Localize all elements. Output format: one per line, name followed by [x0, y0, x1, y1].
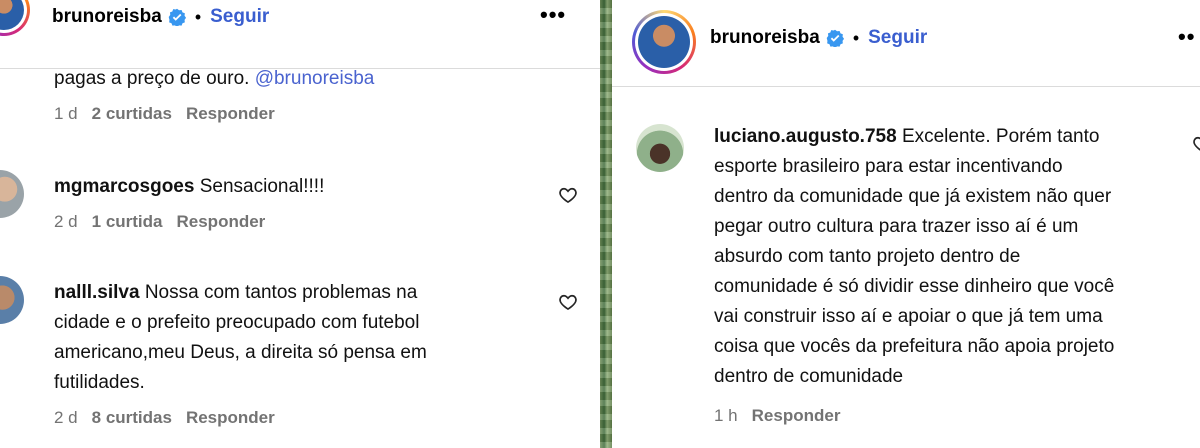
- comment-time: 2 d: [54, 408, 78, 427]
- post-header: brunoreisba • Seguir ••: [612, 0, 1200, 86]
- heart-outline-icon[interactable]: [1192, 134, 1200, 154]
- reply-button[interactable]: Responder: [752, 406, 841, 426]
- author-row: brunoreisba • Seguir: [710, 27, 927, 49]
- reply-button[interactable]: Responder: [186, 408, 275, 428]
- separator-dot: •: [194, 6, 202, 27]
- author-username[interactable]: brunoreisba: [52, 6, 162, 28]
- verified-badge-icon: [826, 29, 844, 47]
- right-comments-panel: brunoreisba • Seguir •• luciano.augusto.…: [612, 0, 1200, 448]
- comment-time: 1 h: [714, 406, 738, 425]
- background-strip: [600, 0, 612, 448]
- comment-partial: pagas a preço de ouro. @brunoreisba 1 d …: [54, 64, 374, 124]
- commenter-avatar[interactable]: [0, 276, 24, 324]
- author-avatar[interactable]: [632, 10, 696, 74]
- comment-text: pagas a preço de ouro. @brunoreisba: [54, 68, 375, 89]
- heart-outline-icon[interactable]: [558, 292, 578, 312]
- comment-item: luciano.augusto.758 Excelente. Porém tan…: [714, 122, 1184, 426]
- verified-badge-icon: [168, 8, 186, 26]
- header-divider: [612, 86, 1200, 87]
- commenter-username[interactable]: nalll.silva: [54, 282, 140, 303]
- comment-item: mgmarcosgoes Sensacional!!!! 2 d 1 curti…: [54, 172, 324, 232]
- comment-meta: 2 d 8 curtidas Responder: [54, 408, 554, 428]
- author-row: brunoreisba • Seguir: [52, 6, 269, 28]
- comment-text: nalll.silva Nossa com tantos problemas n…: [54, 282, 427, 393]
- comment-item: nalll.silva Nossa com tantos problemas n…: [54, 278, 554, 428]
- follow-button[interactable]: Seguir: [868, 27, 927, 49]
- comment-time: 2 d: [54, 212, 78, 231]
- reply-button[interactable]: Responder: [186, 104, 275, 124]
- comment-likes[interactable]: 8 curtidas: [92, 408, 172, 428]
- post-header: brunoreisba • Seguir •••: [0, 0, 600, 40]
- commenter-username[interactable]: luciano.augusto.758: [714, 126, 897, 147]
- comment-time: 1 d: [54, 104, 78, 123]
- commenter-username[interactable]: mgmarcosgoes: [54, 176, 194, 197]
- mention-link[interactable]: @brunoreisba: [255, 68, 375, 89]
- separator-dot: •: [852, 27, 860, 48]
- comment-text: mgmarcosgoes Sensacional!!!!: [54, 176, 325, 197]
- comment-meta: 2 d 1 curtida Responder: [54, 212, 324, 232]
- comment-text: luciano.augusto.758 Excelente. Porém tan…: [714, 126, 1115, 387]
- heart-outline-icon[interactable]: [558, 185, 578, 205]
- follow-button[interactable]: Seguir: [210, 6, 269, 28]
- left-comments-panel: brunoreisba • Seguir ••• pagas a preço d…: [0, 0, 600, 448]
- author-avatar[interactable]: [0, 0, 30, 36]
- comment-meta: 1 h Responder: [714, 406, 1184, 426]
- more-options-icon[interactable]: ••: [1178, 24, 1195, 50]
- more-options-icon[interactable]: •••: [540, 2, 566, 28]
- commenter-avatar[interactable]: [636, 124, 684, 172]
- author-username[interactable]: brunoreisba: [710, 27, 820, 49]
- comment-likes[interactable]: 1 curtida: [92, 212, 163, 232]
- comment-likes[interactable]: 2 curtidas: [92, 104, 172, 124]
- commenter-avatar[interactable]: [0, 170, 24, 218]
- comment-meta: 1 d 2 curtidas Responder: [54, 104, 374, 124]
- reply-button[interactable]: Responder: [177, 212, 266, 232]
